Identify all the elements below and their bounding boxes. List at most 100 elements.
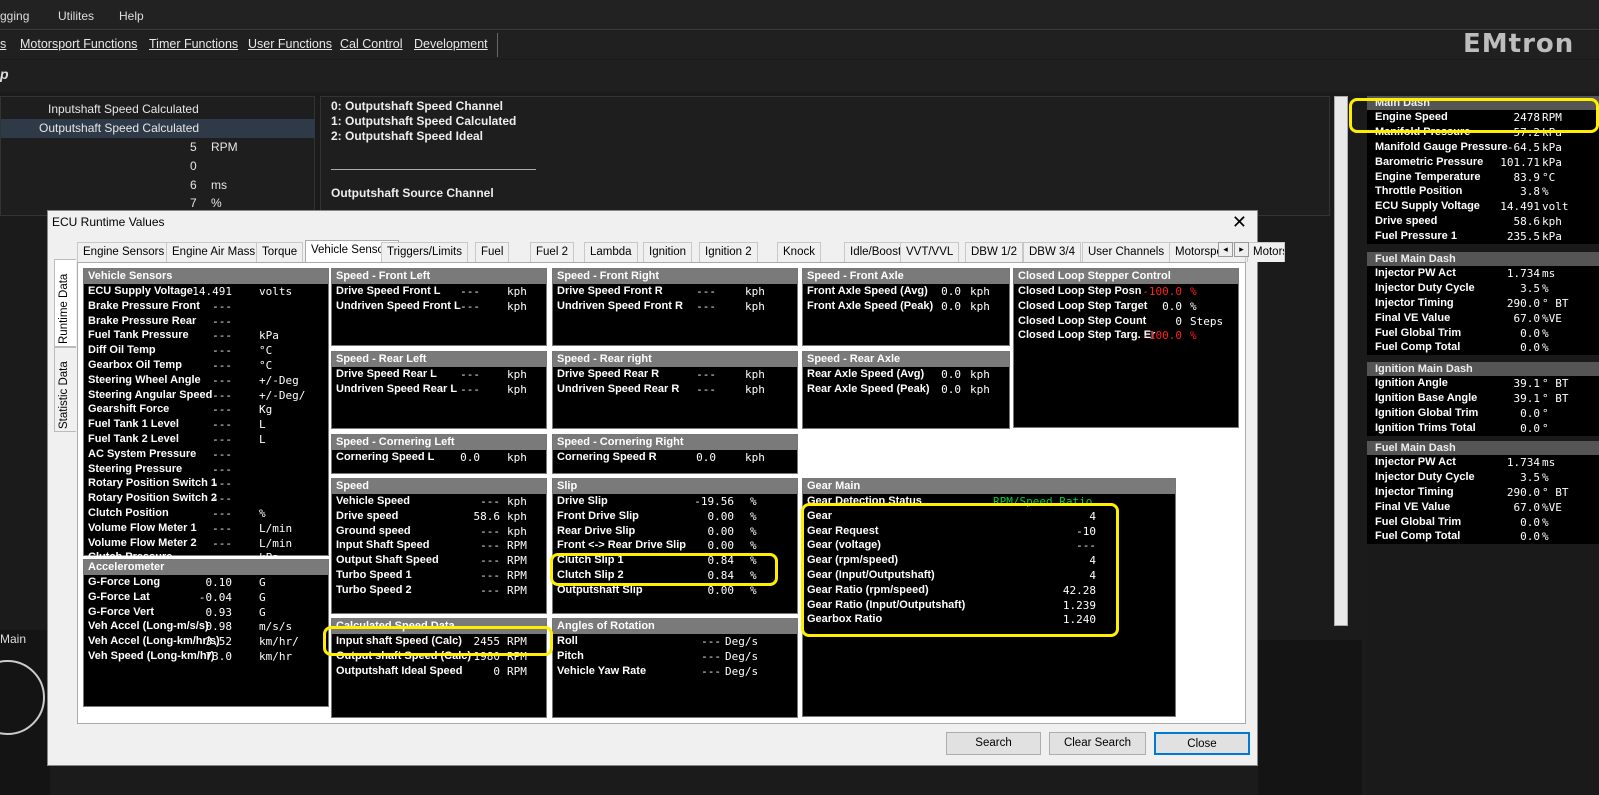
panel-title: Speed - Rear Axle (803, 352, 1009, 367)
dash-value: 101.71 (1500, 155, 1540, 169)
row-unit: m/s/s (259, 620, 293, 634)
page-title: p (0, 66, 9, 82)
tab-fuel-2[interactable]: Fuel 2 (530, 242, 574, 262)
row-value: --- (460, 368, 480, 381)
panel-title: Angles of Rotation (553, 619, 797, 634)
row-unit: RPM (507, 664, 527, 678)
row-label: Pitch (557, 649, 584, 662)
row-value: --- (480, 539, 500, 553)
dash-value: 67.0 (1513, 500, 1541, 514)
row-value: 0.00 (707, 524, 735, 538)
table-row: G-Force Long 0.10 G (84, 575, 328, 590)
channel-list: Inputshaft Speed Calculated Outputshaft … (0, 96, 315, 216)
dash-unit: ° BT (1542, 391, 1569, 405)
vtab-runtime-data[interactable]: Runtime Data (54, 259, 76, 347)
row-unit: RPM (507, 554, 527, 568)
toolbar-user-functions[interactable]: User Functions (248, 37, 332, 51)
table-row: Gearbox Oil Temp --- °C (84, 358, 328, 373)
row-label: Volume Flow Meter 2 (88, 536, 197, 549)
dash-label: Injector PW Act (1375, 456, 1456, 468)
row-label: Closed Loop Step Posn (1018, 285, 1142, 297)
menu-help[interactable]: Help (119, 9, 144, 23)
row-value: 0.0 (460, 451, 480, 464)
row-unit: kph (745, 451, 765, 464)
tab-dbw-1-2[interactable]: DBW 1/2 (965, 242, 1024, 262)
dash-row: Fuel Pressure 1 235.5 kPa (1367, 229, 1599, 244)
tab-fuel[interactable]: Fuel (475, 242, 510, 262)
dash-unit: volt (1542, 200, 1569, 214)
vtab-statistic-data[interactable]: Statistic Data (54, 347, 76, 432)
dash-value: 83.9 (1513, 170, 1541, 184)
table-row: Cornering Speed L 0.0 kph (332, 450, 546, 465)
dash-row: Barometric Pressure 101.71 kPa (1367, 155, 1599, 170)
search-button[interactable]: Search (946, 732, 1041, 755)
vertical-scrollbar[interactable] (1334, 96, 1348, 626)
panel-title: Speed - Front Axle (803, 269, 1009, 284)
dash-unit: ° (1542, 406, 1549, 420)
row-value: 0.10 (205, 576, 233, 589)
tab-engine-sensors[interactable]: Engine Sensors (77, 242, 171, 262)
toolbar-item-s[interactable]: s (0, 37, 6, 51)
toolbar-timer-functions[interactable]: Timer Functions (149, 37, 238, 51)
toolbar-cal-control[interactable]: Cal Control (340, 37, 403, 51)
row-value: --- (212, 462, 232, 476)
tab-scroll-right-icon[interactable]: ▸ (1234, 242, 1249, 257)
dash-row: Injector PW Act 1.734 ms (1367, 455, 1599, 470)
vehicle-sensors-content: Vehicle Sensors ECU Supply Voltage 14.491 v… (77, 262, 1246, 724)
toolbar-development[interactable]: Development (414, 37, 488, 51)
panel-rear-right: Speed - Rear right Drive Speed Rear R --- k… (552, 351, 798, 429)
tab-ignition[interactable]: Ignition (643, 242, 693, 262)
dash-panel: Main Dash Engine Speed 2478 RPM Manifold Pre… (1367, 96, 1599, 795)
list-item[interactable]: Outputshaft Speed Calculated (39, 121, 199, 135)
row-value: --- (212, 432, 232, 446)
menu-logging[interactable]: gging (0, 9, 29, 23)
close-button[interactable]: Close (1154, 732, 1250, 755)
row-value: --- (480, 583, 500, 597)
clear-search-button[interactable]: Clear Search (1049, 732, 1146, 755)
table-row: Rear Axle Speed (Avg) 0.0 kph (803, 367, 1009, 382)
toolbar-motorsport-functions[interactable]: Motorsport Functions (20, 37, 137, 51)
table-row: Ground speed --- kph (332, 524, 546, 539)
list-item[interactable]: Inputshaft Speed Calculated (48, 102, 199, 116)
tab-motorsp[interactable]: Motorsp (1247, 242, 1285, 262)
tab-triggers-limits[interactable]: Triggers/Limits (381, 242, 468, 262)
close-icon[interactable]: ✕ (1232, 212, 1247, 233)
dash-label: Injector Duty Cycle (1375, 281, 1475, 294)
row-label: ECU Supply Voltage (88, 285, 193, 297)
dash-label: ECU Supply Voltage (1375, 200, 1480, 213)
tab-lambda[interactable]: Lambda (584, 242, 638, 262)
tab-dbw-3-4[interactable]: DBW 3/4 (1023, 242, 1082, 262)
table-row: ECU Supply Voltage 14.491 volts (84, 284, 328, 299)
tab-vvt-vvl[interactable]: VVT/VVL (900, 242, 960, 262)
row-unit: +/-Deg (259, 373, 299, 387)
dash-value: 58.6 (1513, 215, 1541, 229)
row-label: Turbo Speed 2 (336, 583, 412, 596)
tab-idle-boost[interactable]: Idle/Boost (844, 242, 908, 262)
tab-torque[interactable]: Torque (256, 242, 304, 262)
dash-row: Injector Duty Cycle 3.5% (1367, 281, 1599, 296)
tab-engine-air-mass[interactable]: Engine Air Mass (166, 242, 262, 262)
row-value: 0.00 (707, 509, 735, 523)
dash-label: Fuel Comp Total (1375, 530, 1461, 543)
tab-knock[interactable]: Knock (777, 242, 821, 262)
menu-utilites[interactable]: Utilites (58, 9, 94, 23)
highlight-gear-values (801, 503, 1119, 637)
table-row: Rear Axle Speed (Peak) 0.0 kph (803, 382, 1009, 397)
row-value: 0.0 (696, 451, 716, 464)
tab-ignition-2[interactable]: Ignition 2 (699, 242, 758, 262)
tab-scroll-left-icon[interactable]: ◂ (1218, 242, 1233, 257)
row-label: Volume Flow Meter 1 (88, 521, 197, 534)
row-label: Drive speed (336, 509, 399, 522)
table-row: Drive speed 58.6 kph (332, 509, 546, 524)
row-value: 0.0 (941, 285, 961, 298)
row-unit: % (750, 509, 757, 523)
row-unit: kph (507, 285, 527, 298)
panel-corner-left: Speed - Cornering Left Cornering Speed L 0… (331, 434, 547, 474)
tab-user-channels[interactable]: User Channels (1082, 242, 1171, 262)
dash-row: Drive speed 58.6 kph (1367, 214, 1599, 229)
row-label: Rear Drive Slip (557, 524, 636, 537)
dash-row: Injector Duty Cycle 3.5% (1367, 470, 1599, 485)
table-row: Steering Pressure --- (84, 462, 328, 477)
row-label: Outputshaft Ideal Speed (336, 664, 463, 677)
table-row: Undriven Speed Front R --- kph (553, 299, 797, 314)
